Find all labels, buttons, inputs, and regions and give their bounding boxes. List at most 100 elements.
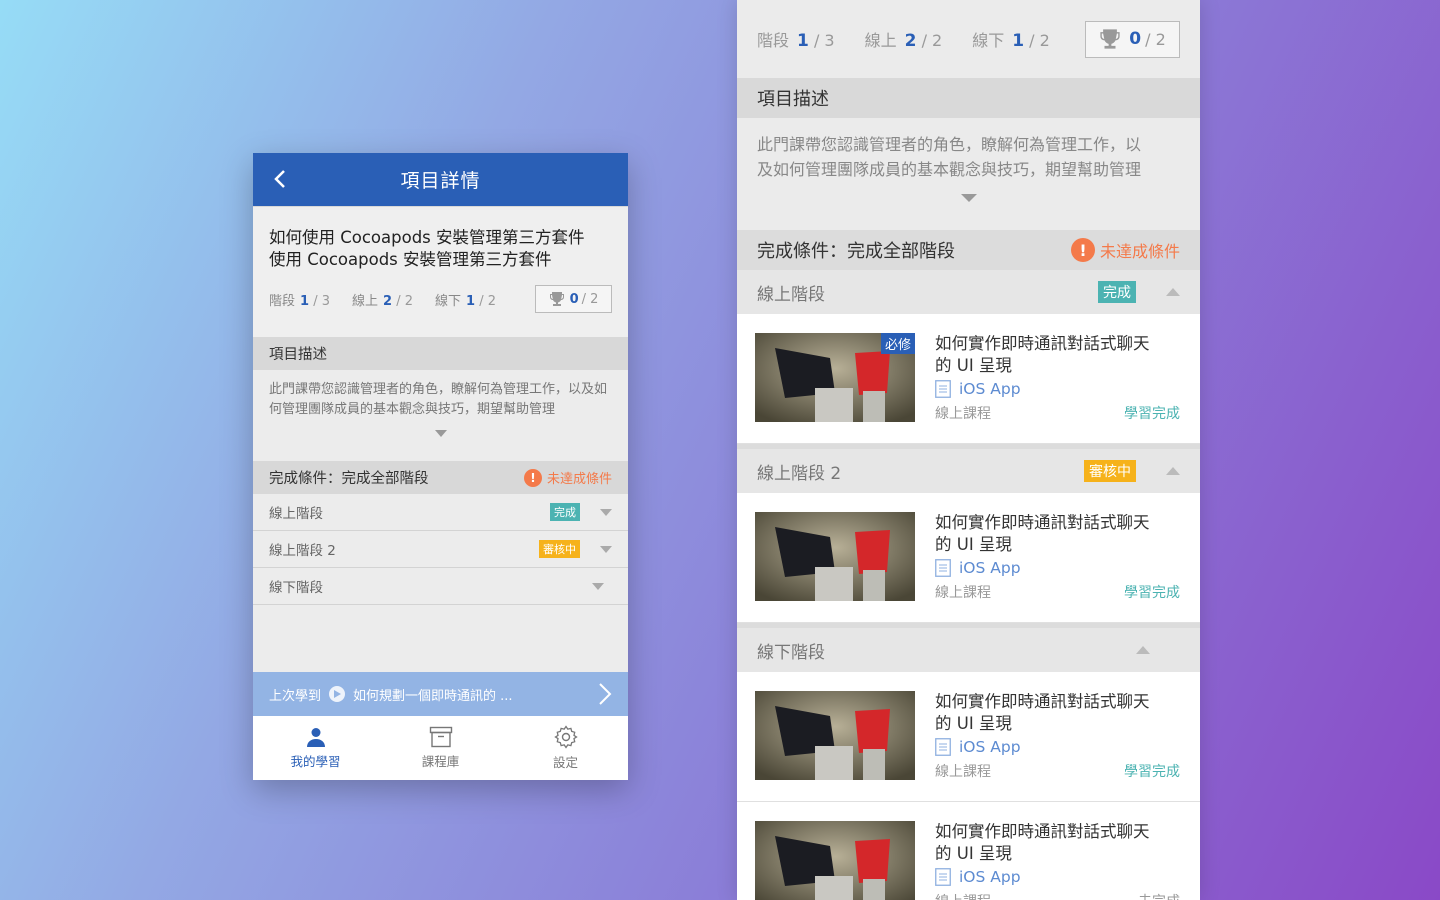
- stage-header-online[interactable]: 線上階段 完成: [737, 270, 1200, 314]
- paintbrush-image: [755, 821, 915, 900]
- platform-label: iOS App: [959, 380, 1021, 398]
- stage-row-online[interactable]: 線上階段 完成: [253, 494, 628, 531]
- progress-stats: 階段 1 / 3 線上 2 / 2 線下 1 / 2 0/ 2: [737, 0, 1200, 78]
- required-badge: 必修: [880, 333, 915, 354]
- card-title-line-1: 如何實作即時通訊對話式聊天: [935, 822, 1150, 841]
- trophy-counter[interactable]: 0/ 2: [1085, 20, 1180, 58]
- stage-label: 線下階段: [757, 642, 825, 663]
- chevron-down-icon[interactable]: [600, 545, 612, 553]
- stat-den: / 2: [921, 31, 943, 50]
- tab-bar: 我的學習 課程庫 設定: [253, 716, 628, 780]
- course-title: 如何使用 Cocoapods 安裝管理第三方套件 使用 Cocoapods 安裝…: [269, 227, 612, 271]
- tab-label: 我的學習: [290, 754, 341, 769]
- warning-icon: !: [523, 468, 542, 487]
- description-header: 項目描述: [737, 78, 1200, 118]
- trophy-counter[interactable]: 0/ 2: [535, 285, 612, 313]
- card-body: 如何實作即時通訊對話式聊天的 UI 呈現 iOS App 線上課程 學習完成: [935, 691, 1180, 791]
- stat-label: 線下: [435, 293, 462, 309]
- course-card[interactable]: 必修 如何實作即時通訊對話式聊天的 UI 呈現 iOS App 線上課程 學習完…: [737, 314, 1200, 444]
- stat-num: 1: [466, 293, 476, 309]
- platform-label: iOS App: [959, 559, 1021, 577]
- tab-my-learning[interactable]: 我的學習: [253, 716, 378, 780]
- warning-status: ! 未達成條件: [523, 468, 612, 487]
- completion-condition: 完成條件：完成全部階段 ! 未達成條件: [737, 230, 1200, 270]
- warning-label: 未達成條件: [546, 472, 612, 487]
- description-header: 項目描述: [253, 337, 628, 370]
- description-line-1: 此門課帶您認識管理者的角色，瞭解何為管理工作，以: [757, 135, 1142, 154]
- card-title: 如何實作即時通訊對話式聊天的 UI 呈現: [935, 333, 1180, 377]
- status-badge: 審核中: [1084, 460, 1136, 482]
- card-title: 如何實作即時通訊對話式聊天的 UI 呈現: [935, 691, 1180, 735]
- stat-label: 階段: [757, 31, 790, 50]
- description-line-2: 及如何管理團隊成員的基本觀念與技巧，期望幫助管理: [757, 160, 1142, 179]
- course-title-line-2: 使用 Cocoapods 安裝管理第三方套件: [269, 250, 552, 269]
- chevron-down-icon[interactable]: [600, 508, 612, 516]
- stat-den: / 2: [396, 293, 413, 309]
- description-text: 此門課帶您認識管理者的角色，瞭解何為管理工作，以 及如何管理團隊成員的基本觀念與…: [737, 118, 1200, 230]
- course-status: 學習完成: [1124, 406, 1180, 422]
- completion-condition: 完成條件：完成全部階段 ! 未達成條件: [253, 461, 628, 494]
- person-icon: [306, 728, 325, 747]
- description-text: 此門課帶您認識管理者的角色，瞭解何為管理工作，以及如何管理團隊成員的基本觀念與技…: [253, 370, 628, 461]
- back-arrow-icon[interactable]: [267, 165, 295, 193]
- status-badge: 完成: [550, 503, 580, 521]
- course-type: 線上課程: [935, 406, 991, 422]
- status-badge: 完成: [1098, 281, 1136, 303]
- stat-label: 線上: [352, 293, 379, 309]
- card-title-line-2: 的 UI 呈現: [935, 844, 1012, 863]
- stage-row-online-2[interactable]: 線上階段 2 審核中: [253, 531, 628, 568]
- document-icon: [935, 559, 951, 577]
- card-platform: iOS App: [935, 738, 1180, 756]
- course-thumbnail: [755, 512, 915, 601]
- card-title-line-2: 的 UI 呈現: [935, 714, 1012, 733]
- stage-row-offline[interactable]: 線下階段: [253, 568, 628, 605]
- document-icon: [935, 380, 951, 398]
- card-platform: iOS App: [935, 380, 1180, 398]
- stat-offline: 線下 1 / 2: [972, 27, 1050, 51]
- paintbrush-image: [755, 691, 915, 780]
- course-status: 學習完成: [1124, 585, 1180, 601]
- stage-header-offline[interactable]: 線下階段: [737, 628, 1200, 672]
- last-learned-label: 上次學到: [269, 688, 322, 704]
- trophy-num: 0: [1129, 29, 1142, 49]
- stat-online: 線上 2 / 2: [865, 27, 943, 51]
- card-title-line-1: 如何實作即時通訊對話式聊天: [935, 334, 1150, 353]
- chevron-right-icon[interactable]: [598, 682, 612, 706]
- course-card[interactable]: 如何實作即時通訊對話式聊天的 UI 呈現 iOS App 線上課程 未完成: [737, 802, 1200, 900]
- stat-den: / 3: [813, 31, 835, 50]
- tab-course-library[interactable]: 課程庫: [378, 716, 503, 780]
- stat-label: 線上: [864, 31, 897, 50]
- page-title: 項目詳情: [400, 170, 481, 192]
- chevron-up-icon[interactable]: [1166, 467, 1180, 475]
- chevron-up-icon[interactable]: [1136, 646, 1150, 654]
- card-title-line-1: 如何實作即時通訊對話式聊天: [935, 513, 1150, 532]
- expand-caret-icon[interactable]: [960, 194, 977, 202]
- play-icon: [329, 686, 346, 702]
- warning-status: ! 未達成條件: [1070, 238, 1180, 262]
- stage-header-online-2[interactable]: 線上階段 2 審核中: [737, 449, 1200, 493]
- condition-label: 完成條件：完成全部階段: [757, 241, 955, 262]
- warning-label: 未達成條件: [1099, 242, 1180, 261]
- course-type: 線上課程: [935, 585, 991, 601]
- expand-caret-icon[interactable]: [434, 430, 447, 437]
- stat-stage: 階段 1 / 3: [757, 27, 835, 51]
- course-thumbnail: [755, 691, 915, 780]
- course-card[interactable]: 如何實作即時通訊對話式聊天的 UI 呈現 iOS App 線上課程 學習完成: [737, 493, 1200, 623]
- stage-label: 線上階段 2: [757, 463, 842, 484]
- warning-icon: !: [1070, 238, 1095, 262]
- status-badge: 審核中: [539, 540, 580, 558]
- card-title-line-2: 的 UI 呈現: [935, 356, 1012, 375]
- stage-label: 線下階段: [269, 580, 323, 596]
- stat-den: / 2: [1029, 31, 1050, 50]
- stat-num: 1: [797, 31, 809, 51]
- archive-icon: [429, 726, 452, 748]
- stat-num: 2: [383, 293, 393, 309]
- trophy-icon: [549, 292, 564, 306]
- tab-settings[interactable]: 設定: [503, 716, 628, 780]
- chevron-down-icon[interactable]: [592, 582, 604, 590]
- course-header: 如何使用 Cocoapods 安裝管理第三方套件 使用 Cocoapods 安裝…: [253, 206, 628, 337]
- chevron-up-icon[interactable]: [1166, 288, 1180, 296]
- last-learned-bar[interactable]: 上次學到 如何規劃一個即時通訊的 ...: [253, 672, 628, 716]
- nav-bar: 項目詳情: [253, 153, 628, 206]
- course-card[interactable]: 如何實作即時通訊對話式聊天的 UI 呈現 iOS App 線上課程 學習完成: [737, 672, 1200, 802]
